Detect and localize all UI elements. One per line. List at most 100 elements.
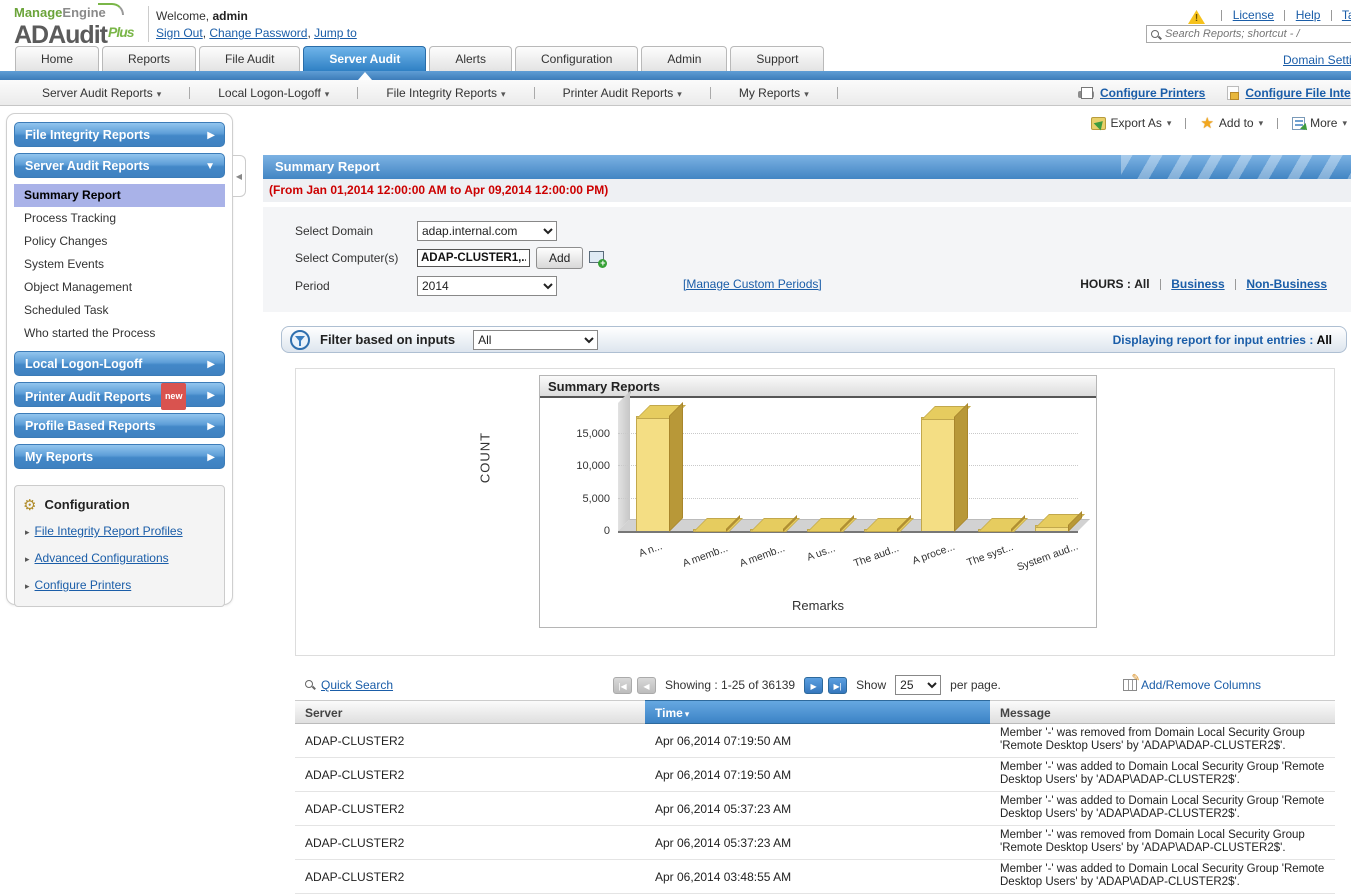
- x-category-label: A memb...: [681, 542, 730, 569]
- add-remove-columns-button[interactable]: Add/Remove Columns: [1123, 678, 1261, 692]
- chevron-down-icon: ▾: [325, 89, 330, 99]
- domain-settings-link[interactable]: Domain Settings: [1283, 53, 1351, 67]
- config-link-file-integrity-report-profiles[interactable]: File Integrity Report Profiles: [35, 524, 183, 538]
- subnav-my-reports[interactable]: My Reports▾: [739, 86, 809, 100]
- configure-file-integrity-link[interactable]: Configure File Integrity: [1245, 86, 1351, 100]
- column-header-time[interactable]: Time▾: [645, 700, 990, 724]
- cell-time: Apr 06,2014 07:19:50 AM: [645, 724, 990, 757]
- configure-printers-link[interactable]: Configure Printers: [1100, 86, 1205, 100]
- column-header-message[interactable]: Message: [990, 700, 1335, 724]
- jump-to-link[interactable]: Jump to: [314, 26, 357, 40]
- bar-5: [921, 417, 955, 531]
- license-link[interactable]: License: [1233, 8, 1274, 22]
- sidebar-section-file-integrity-reports[interactable]: File Integrity Reports▶: [14, 122, 225, 147]
- top-header: ManageEngine ADAuditPlus Welcome, admin …: [0, 0, 1351, 47]
- export-icon: [1091, 117, 1106, 130]
- gridline: [618, 498, 1078, 499]
- tab-home[interactable]: Home: [15, 46, 99, 71]
- tab-server-audit[interactable]: Server Audit: [303, 46, 426, 71]
- brand-adaudit: ADAudit: [14, 21, 107, 49]
- talkback-link[interactable]: TalkBack: [1342, 8, 1351, 22]
- page-size-select[interactable]: 25: [895, 675, 941, 695]
- titlebar-stripes: [1121, 155, 1351, 179]
- y-axis-label: COUNT: [478, 393, 493, 523]
- configuration-box: ⚙Configuration ▸File Integrity Report Pr…: [14, 485, 225, 607]
- column-header-server[interactable]: Server: [295, 700, 645, 724]
- chart-panel: Summary Reports COUNT 0 5,000 10,000 15,…: [295, 368, 1335, 656]
- sidebar-section-profile-based-reports[interactable]: Profile Based Reports▶: [14, 413, 225, 438]
- sidebar-item-object-management[interactable]: Object Management: [14, 276, 225, 299]
- subnav-printer-audit-reports[interactable]: Printer Audit Reports▾: [563, 86, 682, 100]
- sidebar-section-server-audit-reports[interactable]: Server Audit Reports▼: [14, 153, 225, 178]
- quick-search[interactable]: Quick Search: [305, 678, 393, 692]
- period-select[interactable]: 2014: [417, 276, 557, 296]
- new-badge: new: [161, 383, 187, 410]
- expanded-down-icon: ▼: [205, 154, 215, 179]
- subnav-file-integrity-reports[interactable]: File Integrity Reports▾: [386, 86, 505, 100]
- search-input[interactable]: [1165, 27, 1351, 41]
- tab-configuration[interactable]: Configuration: [515, 46, 638, 71]
- sidebar-item-summary-report[interactable]: Summary Report: [14, 184, 225, 207]
- sidebar-section-printer-audit-reports[interactable]: Printer Audit Reportsnew ▶: [14, 382, 225, 407]
- domain-select[interactable]: adap.internal.com: [417, 221, 557, 241]
- hours-business-link[interactable]: Business: [1171, 277, 1224, 291]
- sidebar-section-local-logon-logoff[interactable]: Local Logon-Logoff▶: [14, 351, 225, 376]
- hours-all: All: [1134, 277, 1149, 291]
- x-category-label: A n...: [637, 540, 664, 559]
- first-page-button[interactable]: |◀: [613, 677, 632, 694]
- bar-6: [978, 529, 1012, 531]
- search-icon: [1151, 30, 1162, 41]
- config-link-configure-printers[interactable]: Configure Printers: [35, 578, 132, 592]
- subnav-server-audit-reports[interactable]: Server Audit Reports▾: [42, 86, 161, 100]
- sidebar-item-scheduled-task[interactable]: Scheduled Task: [14, 299, 225, 322]
- config-link-advanced-configurations[interactable]: Advanced Configurations: [35, 551, 169, 565]
- filter-select[interactable]: All: [473, 330, 598, 350]
- hours-non-business-link[interactable]: Non-Business: [1246, 277, 1327, 291]
- sign-out-link[interactable]: Sign Out: [156, 26, 203, 40]
- chevron-down-icon: ▾: [1342, 118, 1347, 129]
- tab-file-audit[interactable]: File Audit: [199, 46, 300, 71]
- printer-icon: [1078, 87, 1094, 100]
- tab-support[interactable]: Support: [730, 46, 824, 71]
- sidebar-item-who-started-the-process[interactable]: Who started the Process: [14, 322, 225, 345]
- server-audit-menu: Summary Report Process Tracking Policy C…: [14, 184, 225, 345]
- tab-reports[interactable]: Reports: [102, 46, 196, 71]
- warning-icon[interactable]: !: [1188, 10, 1205, 24]
- tab-alerts[interactable]: Alerts: [429, 46, 512, 71]
- global-search: [1146, 25, 1351, 43]
- cell-server: ADAP-CLUSTER2: [295, 826, 645, 859]
- chart-title: Summary Reports: [540, 376, 1096, 398]
- tab-admin[interactable]: Admin: [641, 46, 727, 71]
- add-button[interactable]: Add: [536, 247, 583, 269]
- sidebar-item-process-tracking[interactable]: Process Tracking: [14, 207, 225, 230]
- expand-right-icon: ▶: [207, 414, 215, 439]
- x-category-label: System aud...: [1015, 540, 1079, 573]
- bar-1: [693, 529, 727, 531]
- sidebar-section-my-reports[interactable]: My Reports▶: [14, 444, 225, 469]
- expand-right-icon: ▶: [207, 123, 215, 148]
- x-category-label: A proce...: [911, 541, 957, 567]
- cell-server: ADAP-CLUSTER2: [295, 724, 645, 757]
- cell-time: Apr 06,2014 05:37:23 AM: [645, 826, 990, 859]
- bar-3: [807, 529, 841, 531]
- export-as-button[interactable]: Export As▾: [1091, 116, 1172, 130]
- report-doc-icon: [1292, 117, 1305, 130]
- add-to-button[interactable]: ★ Add to▾: [1200, 116, 1263, 130]
- last-page-button[interactable]: ▶|: [828, 677, 847, 694]
- cell-message: Member '-' was added to Domain Local Sec…: [990, 860, 1335, 893]
- next-page-button[interactable]: ▶: [804, 677, 823, 694]
- computers-input[interactable]: [417, 249, 530, 267]
- sidebar-collapse-handle[interactable]: ◀: [233, 155, 246, 197]
- table-row: ADAP-CLUSTER2 Apr 06,2014 07:19:50 AM Me…: [295, 724, 1335, 758]
- app-logo: ManageEngine ADAuditPlus: [14, 5, 144, 47]
- change-password-link[interactable]: Change Password: [209, 26, 307, 40]
- prev-page-button[interactable]: ◀: [637, 677, 656, 694]
- sidebar-item-system-events[interactable]: System Events: [14, 253, 225, 276]
- subnav-local-logon-logoff[interactable]: Local Logon-Logoff▾: [218, 86, 329, 100]
- add-computer-icon[interactable]: [589, 251, 607, 266]
- manage-custom-periods-link[interactable]: [Manage Custom Periods]: [683, 277, 822, 291]
- sidebar-item-policy-changes[interactable]: Policy Changes: [14, 230, 225, 253]
- more-button[interactable]: More▾: [1292, 116, 1347, 130]
- help-link[interactable]: Help: [1296, 8, 1321, 22]
- cell-server: ADAP-CLUSTER2: [295, 792, 645, 825]
